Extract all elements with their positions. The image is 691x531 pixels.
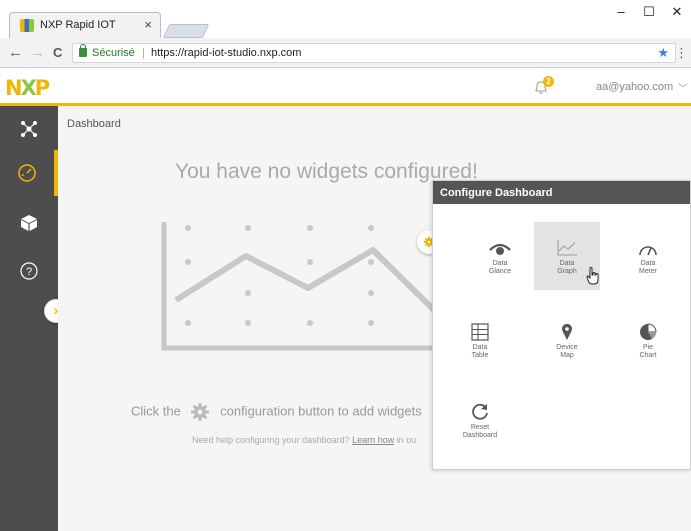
pie-chart-icon [640, 323, 657, 340]
logo-letter-n: N [5, 76, 23, 100]
logo-letter-x: X [20, 76, 37, 100]
line-graph-icon [557, 240, 577, 256]
panel-title: Configure Dashboard [433, 181, 690, 204]
chevron-down-icon[interactable]: ﹀ [678, 80, 688, 95]
widget-label: Data Meter [639, 260, 657, 275]
logo-letter-p: P [34, 76, 50, 100]
maximize-button[interactable]: ☐ [635, 4, 663, 20]
url-text: https://rapid-iot-studio.nxp.com [151, 47, 302, 59]
widget-label: Data Glance [488, 260, 512, 275]
nxp-favicon-icon [20, 19, 34, 32]
help-text: Need help configuring your dashboard? Le… [192, 435, 416, 445]
meter-icon [639, 246, 657, 256]
eye-icon [489, 243, 511, 255]
tab-close-icon[interactable]: × [144, 17, 152, 32]
url-field[interactable]: Sécurisé | https://rapid-iot-studio.nxp.… [72, 43, 676, 63]
widget-label: Pie Chart [639, 344, 657, 359]
app-header: N X P 2 aa@yahoo.com ﹀ [0, 68, 691, 106]
widget-data-meter[interactable]: Data Meter [615, 229, 681, 295]
hand-cursor-icon [586, 267, 599, 285]
help-text-after: in ou [396, 435, 417, 445]
learn-how-link[interactable]: Learn how [352, 435, 394, 445]
gear-icon [191, 403, 210, 421]
browser-menu-icon[interactable]: ⋮ [675, 45, 688, 61]
empty-graph-illustration [161, 222, 445, 351]
close-window-button[interactable]: ✕ [663, 4, 691, 20]
configure-dashboard-panel: Configure Dashboard Data Glance Data Gra… [432, 180, 691, 470]
map-pin-icon [562, 323, 572, 340]
sidebar-item-devices[interactable] [0, 200, 58, 246]
widget-data-table[interactable]: Data Table [447, 313, 513, 379]
widget-label: Reset Dashboard [462, 424, 498, 439]
widget-label: Device Map [556, 344, 578, 359]
sidebar-item-dashboard[interactable] [0, 150, 58, 196]
sidebar-item-help[interactable]: ? [0, 248, 58, 294]
hint-text-after: configuration button to add widgets [220, 403, 422, 419]
breadcrumb: Dashboard [67, 118, 121, 130]
widget-pie-chart[interactable]: Pie Chart [615, 313, 681, 379]
tab-title: NXP Rapid IOT [40, 19, 116, 31]
help-icon: ? [20, 262, 38, 280]
help-text-before: Need help configuring your dashboard? [192, 435, 350, 445]
address-bar: ← → C Sécurisé | https://rapid-iot-studi… [0, 38, 691, 68]
hint-text-before: Click the [131, 403, 181, 419]
table-icon [471, 323, 489, 341]
widget-data-glance[interactable]: Data Glance [467, 229, 533, 295]
forward-button[interactable]: → [30, 44, 45, 61]
lock-icon [79, 44, 87, 57]
reload-button[interactable]: C [53, 45, 62, 60]
notification-badge: 2 [543, 76, 554, 87]
configure-hint: Click the configuration button to add wi… [131, 402, 422, 422]
widget-device-map[interactable]: Device Map [534, 313, 600, 379]
widget-reset-dashboard[interactable]: Reset Dashboard [447, 393, 513, 459]
dashboard-gauge-icon [18, 164, 36, 182]
bookmark-star-icon[interactable]: ★ [657, 45, 669, 61]
secure-label: Sécurisé [92, 47, 135, 59]
browser-tabstrip: NXP Rapid IOT × – ☐ ✕ [0, 0, 691, 38]
back-button[interactable]: ← [8, 44, 23, 61]
url-separator: | [142, 47, 145, 59]
reset-icon [472, 403, 488, 420]
cube-icon [21, 215, 37, 231]
nxp-logo[interactable]: N X P [5, 76, 50, 100]
browser-tab[interactable]: NXP Rapid IOT × [9, 12, 161, 38]
user-email[interactable]: aa@yahoo.com [596, 81, 673, 93]
widget-label: Data Table [471, 344, 489, 359]
network-icon [21, 121, 37, 137]
svg-text:?: ? [26, 266, 32, 278]
minimize-button[interactable]: – [607, 4, 635, 19]
new-tab-button[interactable] [162, 24, 210, 38]
sidebar-item-network[interactable] [0, 106, 58, 152]
